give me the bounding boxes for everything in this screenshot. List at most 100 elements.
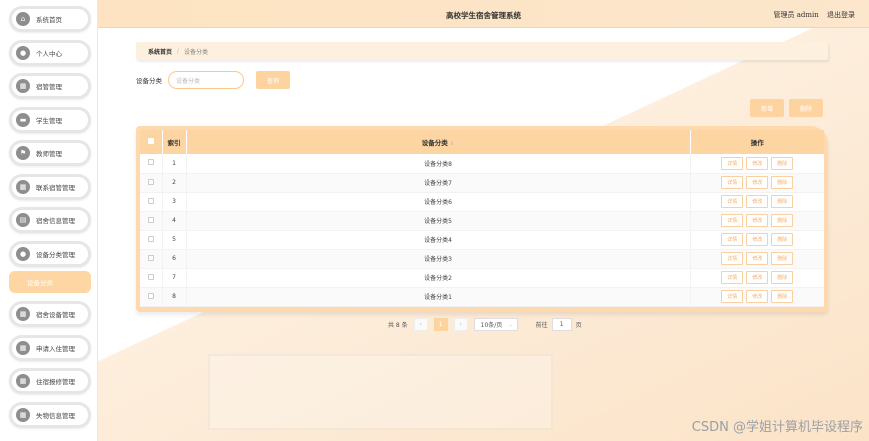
detail-button[interactable]: 详情 <box>721 195 744 208</box>
row-index: 6 <box>162 249 187 269</box>
edit-button[interactable]: 修改 <box>746 271 769 284</box>
row-checkbox[interactable] <box>140 211 163 231</box>
sort-icon[interactable]: ⇕ <box>450 141 454 147</box>
delete-button[interactable]: 删除 <box>771 233 794 246</box>
sidebar-item-label: 失物信息管理 <box>36 411 75 420</box>
detail-button[interactable]: 详情 <box>721 290 744 303</box>
sidebar-item[interactable]: ▦ 申请入住管理 <box>9 334 91 361</box>
row-category: 设备分类4 <box>186 230 691 250</box>
sidebar-item[interactable]: ▦ 住宿报修管理 <box>9 368 91 394</box>
sidebar-item[interactable]: ● 设备分类管理 <box>9 240 91 267</box>
row-actions: 详情 修改 删除 <box>690 249 824 269</box>
goto-suffix: 页 <box>575 322 582 329</box>
col-category-label: 设备分类 <box>421 139 448 147</box>
edit-button[interactable]: 修改 <box>746 195 769 208</box>
delete-button[interactable]: 删除 <box>771 252 794 265</box>
sidebar-item[interactable]: ▦ 联系宿管管理 <box>9 173 91 200</box>
select-all-checkbox[interactable] <box>140 130 163 154</box>
sidebar-item-label: 学生管理 <box>36 116 62 125</box>
table-row: 2 设备分类7 详情 修改 删除 <box>140 173 824 193</box>
logout-link[interactable]: 退出登录 <box>827 11 855 19</box>
edit-button[interactable]: 修改 <box>746 176 769 189</box>
detail-button[interactable]: 详情 <box>721 176 744 189</box>
row-actions: 详情 修改 删除 <box>690 268 824 288</box>
detail-button[interactable]: 详情 <box>721 271 744 284</box>
row-index: 8 <box>162 287 187 307</box>
row-checkbox[interactable] <box>140 192 163 212</box>
row-index: 2 <box>162 173 187 193</box>
detail-button[interactable]: 详情 <box>721 233 744 246</box>
top-bar: 高校学生宿舍管理系统 管理员 admin 退出登录 <box>98 0 869 28</box>
col-category-header[interactable]: 设备分类 ⇕ <box>186 130 691 154</box>
delete-button[interactable]: 删除 <box>771 214 794 227</box>
sidebar-item-label: 住宿报修管理 <box>36 378 75 386</box>
sidebar-item-label: 宿舍设备管理 <box>36 311 75 319</box>
delete-button[interactable]: 删除 <box>771 195 794 208</box>
edit-button[interactable]: 修改 <box>746 156 769 170</box>
table-row: 7 设备分类2 详情 修改 删除 <box>140 268 824 288</box>
sidebar-item[interactable]: ▦ 失物信息管理 <box>9 401 91 428</box>
watermark: CSDN @学姐计算机毕设程序 <box>691 420 863 435</box>
page-size-select[interactable]: 10条/页 ⌄ <box>473 318 518 331</box>
col-index-header: 索引 <box>162 130 187 154</box>
sidebar-item-label: 教师管理 <box>36 150 62 158</box>
pagination-total: 共 8 条 <box>388 322 408 329</box>
search-button[interactable]: 查询 <box>256 71 290 89</box>
grid-icon: ▦ <box>16 179 30 194</box>
row-checkbox[interactable] <box>140 230 163 250</box>
background-decoration <box>190 322 560 432</box>
page-number-1[interactable]: 1 <box>433 318 448 331</box>
edit-button[interactable]: 修改 <box>746 252 769 265</box>
breadcrumb-home[interactable]: 系统首页 <box>148 47 172 56</box>
row-checkbox[interactable] <box>140 287 163 307</box>
row-checkbox[interactable] <box>140 173 163 193</box>
sidebar-item[interactable]: ▬ 学生管理 <box>9 106 91 133</box>
pin-icon: ● <box>16 246 30 261</box>
sidebar-item[interactable]: ▦ 宿管管理 <box>9 73 91 99</box>
detail-button[interactable]: 详情 <box>721 214 744 227</box>
row-actions: 详情 修改 删除 <box>690 211 824 231</box>
row-category: 设备分类8 <box>186 154 691 174</box>
edit-button[interactable]: 修改 <box>746 233 769 246</box>
doc-icon: ▤ <box>16 213 30 227</box>
grid-icon: ▦ <box>16 307 30 321</box>
user-label: 管理员 admin <box>773 11 819 19</box>
delete-button[interactable]: 删除 <box>771 290 794 303</box>
user-area: 管理员 admin 退出登录 <box>768 10 856 20</box>
row-index: 3 <box>162 192 187 212</box>
row-index: 4 <box>162 211 187 231</box>
delete-button[interactable]: 删除 <box>771 271 794 284</box>
edit-button[interactable]: 修改 <box>746 290 769 303</box>
row-index: 1 <box>162 154 187 174</box>
sidebar-subitem-device-category[interactable]: 设备分类 <box>9 271 91 293</box>
table-row: 8 设备分类1 详情 修改 删除 <box>140 287 824 307</box>
row-checkbox[interactable] <box>140 249 163 269</box>
sidebar-item-label: 申请入住管理 <box>36 344 75 353</box>
next-page-button[interactable]: › <box>453 318 468 331</box>
home-icon: ⌂ <box>16 12 30 26</box>
search-input[interactable]: 设备分类 <box>168 71 244 89</box>
detail-button[interactable]: 详情 <box>721 156 744 170</box>
grid-icon: ▦ <box>16 374 30 388</box>
sidebar-item[interactable]: ● 个人中心 <box>9 39 91 66</box>
grid-icon: ▦ <box>16 340 30 355</box>
prev-page-button[interactable]: ‹ <box>413 318 428 331</box>
row-checkbox[interactable] <box>140 268 163 288</box>
sidebar-item[interactable]: ▤ 宿舍信息管理 <box>9 207 91 233</box>
chevron-down-icon: ⌄ <box>508 321 513 328</box>
app-title: 高校学生宿舍管理系统 <box>446 11 521 20</box>
row-checkbox[interactable] <box>140 154 163 174</box>
grid-icon: ▦ <box>16 407 30 422</box>
sidebar-item[interactable]: ⚑ 教师管理 <box>9 140 91 166</box>
row-category: 设备分类2 <box>186 268 691 288</box>
row-index: 5 <box>162 230 187 250</box>
sidebar-item[interactable]: ▦ 宿舍设备管理 <box>9 301 91 327</box>
sidebar-item[interactable]: ⌂ 系统首页 <box>9 6 91 32</box>
edit-button[interactable]: 修改 <box>746 214 769 227</box>
detail-button[interactable]: 详情 <box>721 252 744 265</box>
goto-page-input[interactable]: 1 <box>551 318 572 331</box>
batch-delete-button[interactable]: 删除 <box>789 99 823 117</box>
delete-button[interactable]: 删除 <box>771 176 794 189</box>
add-button[interactable]: 新增 <box>750 99 784 117</box>
delete-button[interactable]: 删除 <box>771 156 794 170</box>
